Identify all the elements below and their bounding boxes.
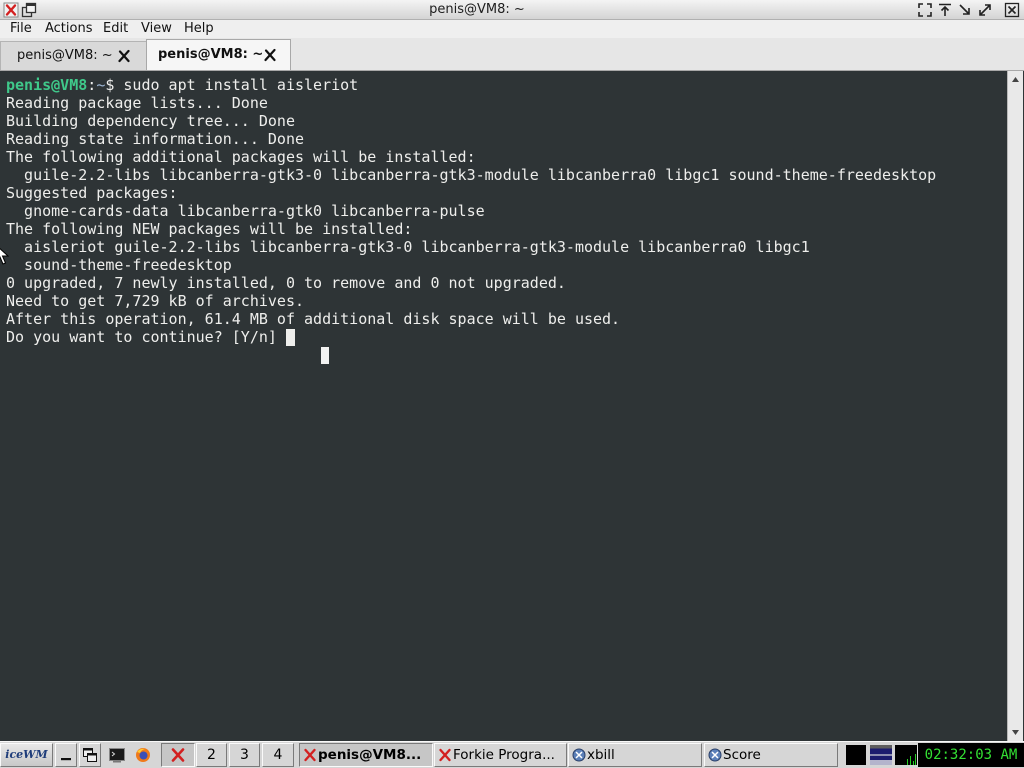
- task-label: Score: [723, 747, 761, 763]
- task-button-forkie[interactable]: Forkie Progra...: [434, 743, 567, 767]
- window-menu-icon[interactable]: [21, 2, 37, 18]
- workspace-4-button[interactable]: 4: [262, 743, 294, 767]
- task-button-xbill[interactable]: xbill: [568, 743, 702, 767]
- workspace-label: 2: [207, 747, 216, 763]
- menu-help[interactable]: Help: [184, 20, 214, 38]
- menu-file[interactable]: File: [10, 20, 32, 38]
- cpu-monitor-icon[interactable]: [895, 745, 917, 765]
- terminal-line: Need to get 7,729 kB of archives.: [6, 292, 305, 310]
- terminal-line: The following additional packages will b…: [6, 148, 476, 166]
- prompt-symbol: $: [105, 76, 124, 94]
- terminal-line: sound-theme-freedesktop: [6, 256, 232, 274]
- workspace-2-button[interactable]: 2: [196, 743, 227, 767]
- x11-icon: [438, 748, 452, 762]
- menu-bar: File Actions Edit View Help: [0, 20, 1024, 38]
- terminal-line: 0 upgraded, 7 newly installed, 0 to remo…: [6, 274, 566, 292]
- close-icon[interactable]: [1004, 2, 1020, 18]
- x11-icon: [170, 747, 186, 763]
- close-tab-icon[interactable]: [117, 49, 131, 63]
- x11-app-icon[interactable]: [3, 2, 19, 18]
- app-icon: [572, 748, 586, 762]
- scroll-down-icon[interactable]: [1011, 728, 1020, 737]
- workspace-label: 4: [273, 747, 283, 763]
- window-list-icon: [82, 747, 98, 763]
- tab-bar: penis@VM8: ~ penis@VM8: ~: [0, 38, 1024, 71]
- task-label: penis@VM8...: [318, 747, 422, 763]
- close-tab-icon[interactable]: [263, 48, 277, 62]
- terminal-line: Reading state information... Done: [6, 130, 305, 148]
- tab-1[interactable]: penis@VM8: ~: [0, 41, 147, 70]
- mouse-pointer-icon: [0, 244, 9, 266]
- x11-icon: [303, 748, 317, 762]
- tab-label: penis@VM8: ~: [17, 48, 113, 63]
- workspace-3-button[interactable]: 3: [229, 743, 260, 767]
- terminal-line: Building dependency tree... Done: [6, 112, 295, 130]
- terminal-view[interactable]: penis@VM8:~$ sudo apt install aisleriot …: [0, 71, 1024, 741]
- terminal-line: Suggested packages:: [6, 184, 178, 202]
- terminal-icon: [109, 747, 125, 763]
- window-title: penis@VM8: ~: [429, 2, 525, 17]
- window-titlebar[interactable]: penis@VM8: ~: [0, 0, 1024, 20]
- workspace-label: 3: [240, 747, 249, 763]
- prompt-user-host: penis@VM8: [6, 76, 88, 94]
- show-desktop-button[interactable]: [55, 743, 77, 767]
- firefox-icon: [135, 747, 151, 763]
- clock[interactable]: 02:32:03 AM: [918, 743, 1024, 767]
- fullscreen-icon[interactable]: [917, 2, 933, 18]
- terminal-line: gnome-cards-data libcanberra-gtk0 libcan…: [6, 202, 485, 220]
- menu-view[interactable]: View: [141, 20, 172, 38]
- prompt-separator: :: [87, 76, 97, 94]
- terminal-line-prompt: penis@VM8:~$ sudo apt install aisleriot: [6, 76, 936, 94]
- app-icon: [708, 748, 722, 762]
- network-monitor-icon[interactable]: [870, 745, 892, 765]
- menu-edit[interactable]: Edit: [103, 20, 128, 38]
- terminal-line: The following NEW packages will be insta…: [6, 220, 413, 238]
- show-desktop-icon: [58, 747, 74, 763]
- mouse-ibeam-cursor: [321, 347, 329, 364]
- maximize-icon[interactable]: [977, 2, 993, 18]
- scroll-up-icon[interactable]: [1011, 75, 1020, 84]
- taskbar: iceWM 2 3 4 penis@VM8... Forkie Progra..…: [0, 741, 1024, 768]
- terminal-line: Reading package lists... Done: [6, 94, 268, 112]
- terminal-line: After this operation, 61.4 MB of additio…: [6, 310, 621, 328]
- firefox-launcher[interactable]: [131, 743, 155, 767]
- workspace-1-button[interactable]: [161, 743, 195, 767]
- task-label: xbill: [587, 747, 615, 763]
- tab-label: penis@VM8: ~: [158, 47, 264, 62]
- terminal-line: aisleriot guile-2.2-libs libcanberra-gtk…: [6, 238, 810, 256]
- prompt-path: ~: [96, 76, 106, 94]
- task-button-score[interactable]: Score: [704, 743, 838, 767]
- terminal-scrollbar[interactable]: [1007, 71, 1023, 741]
- terminal-line-input[interactable]: Do you want to continue? [Y/n]: [6, 328, 936, 346]
- task-label: Forkie Progra...: [453, 747, 555, 763]
- terminal-line: guile-2.2-libs libcanberra-gtk3-0 libcan…: [6, 166, 937, 184]
- task-button-terminal[interactable]: penis@VM8...: [299, 743, 433, 767]
- monitor-icon[interactable]: [846, 745, 866, 765]
- prompt-command: sudo apt install aisleriot: [123, 76, 359, 94]
- menu-actions[interactable]: Actions: [45, 20, 93, 38]
- window-list-button[interactable]: [79, 743, 101, 767]
- terminal-output: penis@VM8:~$ sudo apt install aisleriot …: [6, 76, 936, 346]
- text-cursor: [285, 329, 295, 346]
- terminal-launcher[interactable]: [105, 743, 129, 767]
- minimize-icon[interactable]: [957, 2, 973, 18]
- tab-2[interactable]: penis@VM8: ~: [146, 39, 291, 70]
- continue-prompt: Do you want to continue? [Y/n]: [6, 328, 286, 346]
- icewm-start-button[interactable]: iceWM: [0, 743, 53, 767]
- rollup-icon[interactable]: [937, 2, 953, 18]
